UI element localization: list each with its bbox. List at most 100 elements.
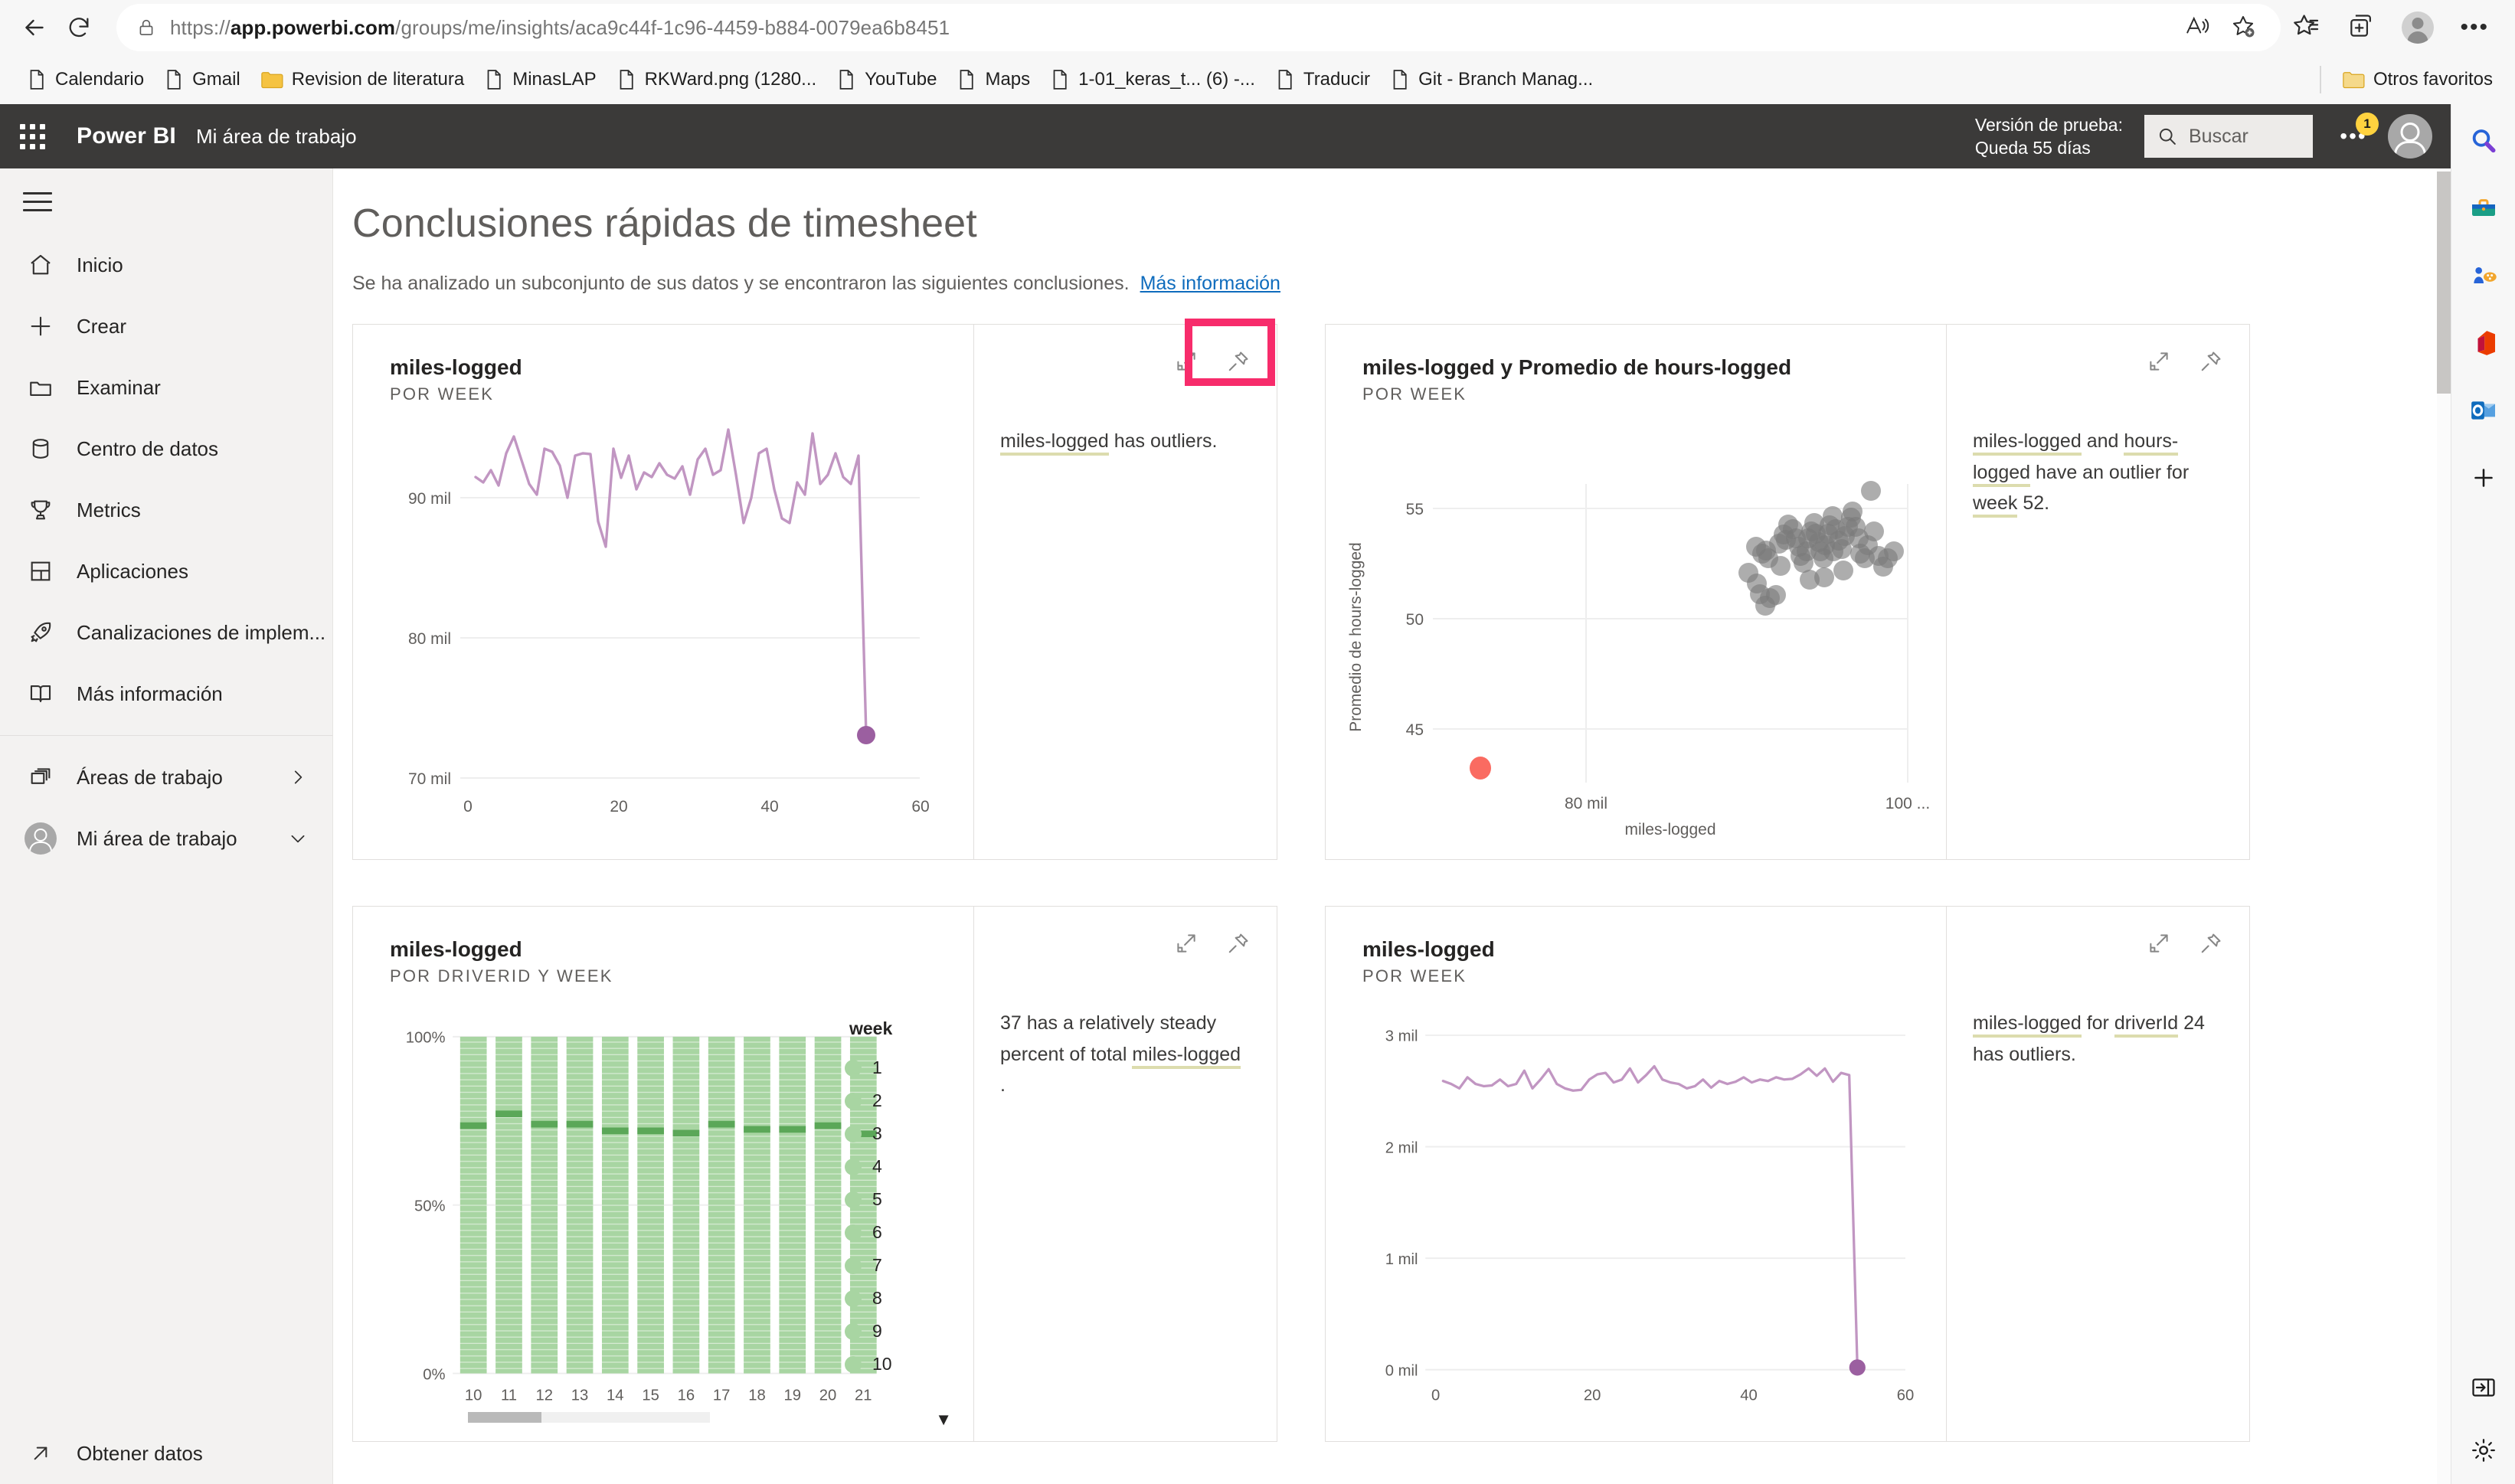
legend-item[interactable]: 3 [845,1117,960,1150]
favorites-button[interactable] [2291,11,2320,44]
sidebar-item-areas-de-trabajo[interactable]: Áreas de trabajo [0,747,332,808]
other-favorites-button[interactable]: Otros favoritos [2332,65,2503,94]
bookmark-item[interactable]: 1-01_keras_t... (6) -... [1040,64,1265,95]
add-icon[interactable] [2467,461,2500,495]
sidebar-item-crear[interactable]: Crear [0,296,332,357]
app-launcher-button[interactable] [0,104,64,168]
bar-highlight-band [814,1122,842,1129]
legend-item[interactable]: 4 [845,1150,960,1183]
sidebar-toggle-icon[interactable] [2467,1371,2500,1404]
search-icon[interactable] [2467,124,2500,158]
card-title: miles-logged [390,355,522,379]
insight-text: miles-logged has outliers. [1000,426,1251,457]
workspaces-icon [25,761,57,793]
chart-horizontal-scrollbar[interactable] [468,1412,710,1423]
sidebar-item-mi-area-de-trabajo[interactable]: Mi área de trabajo [0,808,332,869]
sidebar-item-canalizaciones[interactable]: Canalizaciones de implem... [0,602,332,663]
page-scrollbar[interactable] [2437,168,2451,1484]
bookmark-label: Calendario [55,69,145,90]
sidebar-collapse-button[interactable] [0,168,333,234]
bookmark-item[interactable]: Calendario [17,64,154,95]
pin-icon[interactable] [1223,346,1254,377]
sidebar-item-obtener-datos[interactable]: Obtener datos [0,1423,333,1484]
card-insight: miles-logged for driverId 24 has outlier… [1946,907,2249,1441]
sidebar-item-aplicaciones[interactable]: Aplicaciones [0,541,332,602]
legend-label: 7 [872,1255,882,1275]
bookmark-item[interactable]: Gmail [154,64,250,95]
legend-expand-chevron-down-icon[interactable]: ▼ [935,1410,952,1430]
insight-card-2[interactable]: miles-logged y Promedio de hours-logged … [1325,324,2250,860]
reload-button[interactable] [57,5,101,50]
insight-token: miles-logged [1132,1043,1241,1069]
legend-item[interactable]: 10 [845,1348,960,1381]
pin-icon[interactable] [2196,346,2226,377]
y-tick-label: 2 mil [1385,1139,1418,1156]
toolbox-icon[interactable] [2467,191,2500,225]
read-aloud-icon [2186,16,2209,33]
sidebar-item-examinar[interactable]: Examinar [0,357,332,418]
insight-token: miles-logged [1000,430,1109,456]
trial-line2: Queda 55 días [1974,138,2091,158]
legend-item[interactable]: 2 [845,1084,960,1117]
legend-swatch [845,1059,862,1077]
bookmark-item[interactable]: Revision de literatura [250,65,474,94]
page-icon [1278,70,1292,90]
read-aloud-button[interactable] [2184,13,2210,43]
bookmark-item[interactable]: Git - Branch Manag... [1380,64,1603,95]
legend-item[interactable]: 9 [845,1315,960,1348]
legend-item[interactable]: 8 [845,1282,960,1315]
games-icon[interactable] [2467,259,2500,293]
legend-item[interactable]: 1 [845,1051,960,1084]
bookmark-label: 1-01_keras_t... (6) -... [1078,69,1255,90]
legend-item[interactable]: 6 [845,1216,960,1249]
search-input[interactable]: Buscar [2144,115,2313,158]
header-more-button[interactable]: ••• 1 [2336,113,2379,154]
pin-icon[interactable] [2196,928,2226,959]
address-bar[interactable]: https://app.powerbi.com/groups/me/insigh… [116,4,2281,51]
insight-card-4[interactable]: miles-logged POR WEEK 3 mil 2 mil 1 mil … [1325,906,2250,1442]
add-favorite-button[interactable] [2230,13,2256,43]
browser-more-button[interactable]: ••• [2460,16,2489,39]
card-actions [1171,928,1254,959]
insight-card-1[interactable]: miles-logged POR WEEK 90 mil 80 mil 70 m… [352,319,1277,860]
bookmark-item[interactable]: YouTube [826,64,947,95]
bookmarks-divider [2319,66,2321,93]
breadcrumb-workspace[interactable]: Mi área de trabajo [196,125,357,149]
legend-swatch [845,1290,862,1307]
insight-plain: for [2081,1012,2114,1034]
legend-label: 2 [872,1090,882,1110]
focus-mode-icon[interactable] [2144,346,2174,377]
learn-more-link[interactable]: Más información [1140,273,1280,294]
rocket-icon [25,616,57,649]
powerbi-logo[interactable]: Power BI [77,123,176,149]
x-tick-label: 11 [501,1387,517,1404]
sidebar-item-centro-de-datos[interactable]: Centro de datos [0,418,332,479]
chevron-down-icon[interactable] [288,829,332,848]
outlook-icon[interactable] [2467,394,2500,427]
collections-button[interactable] [2347,11,2376,44]
bookmark-item[interactable]: Maps [947,64,1040,95]
legend-label: 1 [872,1057,882,1077]
browser-profile-avatar[interactable] [2402,11,2435,44]
focus-mode-icon[interactable] [1171,928,1202,959]
legend-item[interactable]: 5 [845,1183,960,1216]
office-icon[interactable] [2467,326,2500,360]
bookmark-item[interactable]: RKWard.png (1280... [607,64,827,95]
bookmark-item[interactable]: MinasLAP [474,64,606,95]
bookmark-label: Git - Branch Manag... [1418,69,1594,90]
focus-mode-icon[interactable] [2144,928,2174,959]
insight-card-3[interactable]: miles-logged POR DRIVERID Y WEEK 100% 50… [352,906,1277,1442]
settings-gear-icon[interactable] [2467,1433,2500,1467]
sidebar-item-metrics[interactable]: Metrics [0,479,332,541]
page-scrollbar-thumb[interactable] [2437,172,2451,394]
user-avatar[interactable] [2388,114,2432,159]
home-icon [25,249,57,281]
pin-icon[interactable] [1223,928,1254,959]
sidebar-item-mas-informacion[interactable]: Más información [0,663,332,724]
focus-mode-icon[interactable] [1171,346,1202,377]
back-button[interactable] [12,5,57,50]
legend-item[interactable]: 7 [845,1249,960,1282]
sidebar-item-inicio[interactable]: Inicio [0,234,332,296]
chevron-right-icon[interactable] [288,767,332,787]
bookmark-item[interactable]: Traducir [1265,64,1380,95]
